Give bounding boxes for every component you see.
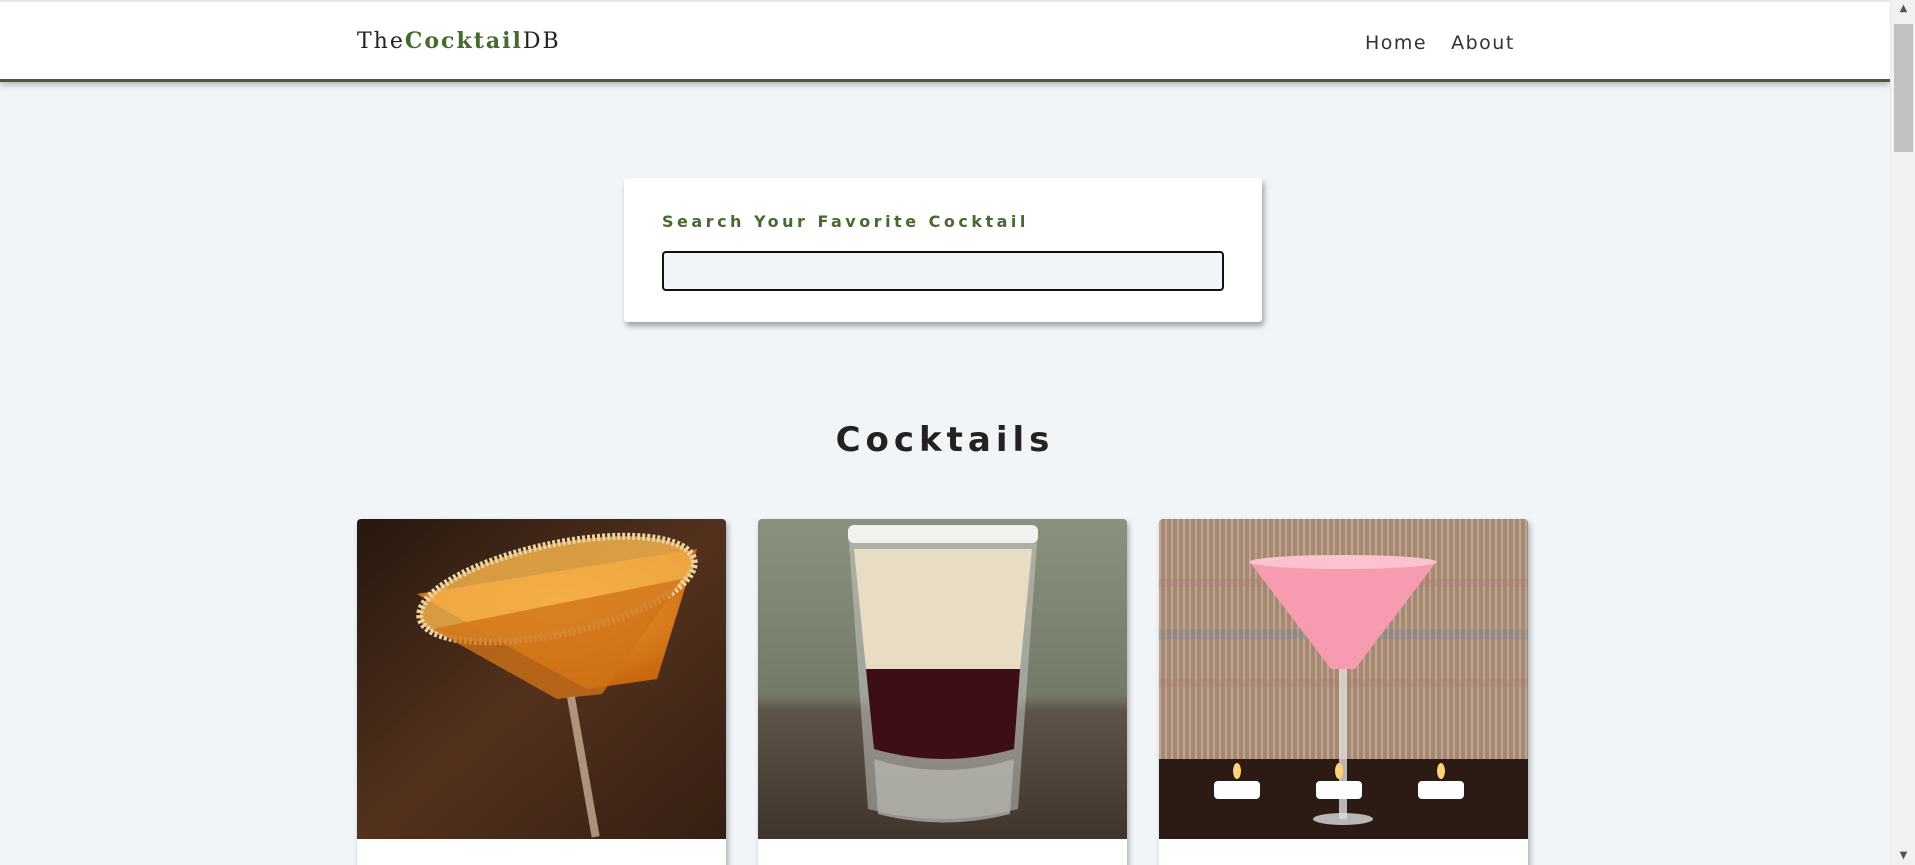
brand-suffix: DB [522,29,561,54]
nav-home-link[interactable]: Home [1365,32,1427,54]
cocktail-image [758,519,1127,839]
scrollbar[interactable]: ▲ ▼ [1890,0,1915,865]
brand-prefix: The [357,29,405,54]
cocktail-card[interactable] [357,519,726,865]
brand-logo[interactable]: TheCocktailDB [357,28,561,54]
cocktail-card[interactable] [1159,519,1528,865]
nav-links: Home About [1365,32,1515,54]
search-input[interactable] [662,251,1224,291]
brand-accent: Cocktail [404,28,523,54]
section-title: Cocktails [835,420,1055,460]
layered-shot-image [758,519,1127,839]
page: TheCocktailDB Home About Search Your Fav… [0,0,1890,865]
pink-martini-image [1159,519,1528,839]
search-label: Search Your Favorite Cocktail [662,212,1029,231]
scroll-thumb[interactable] [1894,24,1913,152]
search-form: Search Your Favorite Cocktail [624,178,1262,322]
cocktail-image [357,519,726,839]
navbar: TheCocktailDB Home About [0,0,1890,82]
orange-martini-image [357,519,726,839]
scroll-up-arrow-icon[interactable]: ▲ [1891,0,1915,18]
cocktail-card[interactable] [758,519,1127,865]
nav-about-link[interactable]: About [1451,32,1515,54]
scroll-down-arrow-icon[interactable]: ▼ [1891,847,1915,865]
cocktail-image [1159,519,1528,839]
